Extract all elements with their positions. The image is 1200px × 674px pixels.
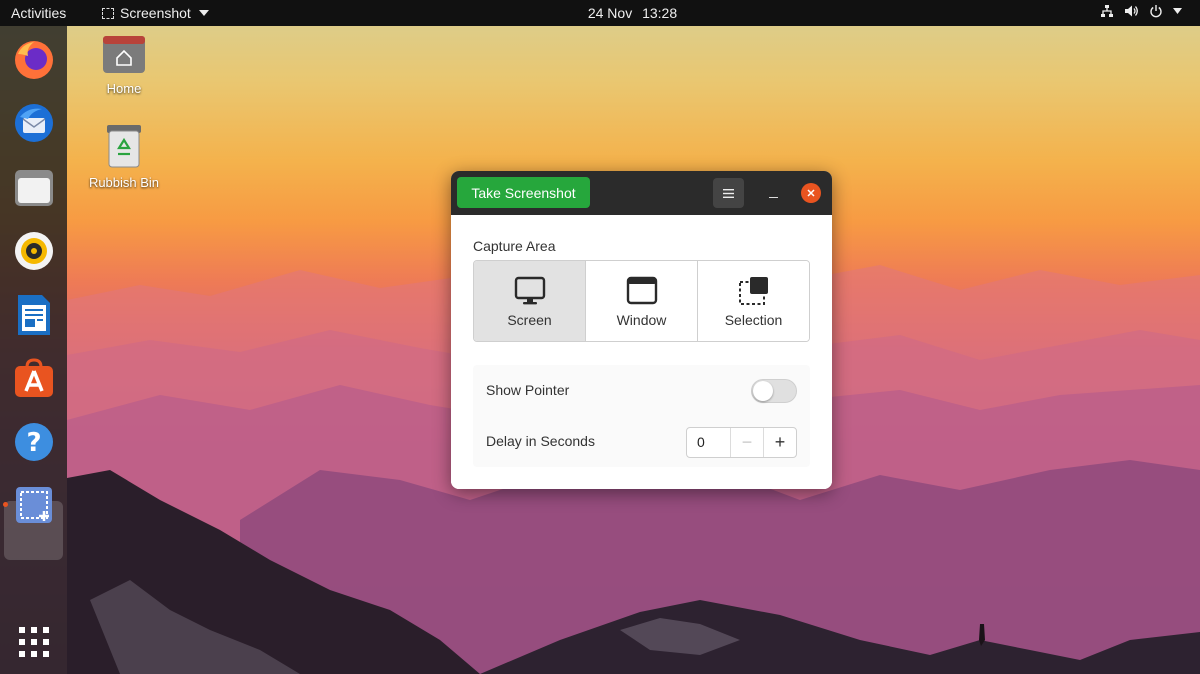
show-pointer-toggle[interactable] (751, 379, 797, 403)
dock-item-rhythmbox[interactable] (10, 227, 57, 274)
clock-date: 24 Nov (587, 5, 633, 21)
show-pointer-label: Show Pointer (486, 382, 570, 398)
capture-option-label: Window (616, 312, 667, 328)
help-icon: ? (14, 422, 53, 461)
software-icon (14, 357, 53, 397)
desktop-icon-home[interactable]: Home (74, 34, 174, 96)
screenshot-icon (15, 486, 52, 523)
dock-item-screenshot[interactable] (10, 481, 57, 528)
dock-item-files[interactable] (10, 163, 57, 210)
clock[interactable]: 24 Nov 13:28 (0, 5, 1200, 21)
capture-option-label: Selection (724, 312, 783, 328)
desktop-icon-label: Rubbish Bin (88, 175, 160, 190)
screenshot-window: Take Screenshot Capture Area Screen Wind… (451, 171, 832, 489)
toggle-knob (753, 381, 773, 401)
window-icon (626, 276, 657, 305)
show-apps-icon (18, 626, 49, 657)
top-bar: Activities Screenshot 24 Nov 13:28 (0, 0, 1200, 26)
capture-area-selector: Screen Window Selection (473, 260, 810, 342)
delay-label: Delay in Seconds (486, 433, 595, 449)
increase-delay-button[interactable]: + (763, 428, 796, 457)
selection-icon (738, 277, 768, 305)
capture-option-window[interactable]: Window (586, 261, 698, 341)
window-content: Capture Area Screen Window Selection Sho… (451, 215, 832, 489)
show-pointer-row: Show Pointer (473, 365, 810, 415)
monitor-icon (514, 276, 545, 305)
home-folder-icon (103, 36, 145, 73)
dock-item-thunderbird[interactable] (10, 99, 57, 146)
dock-item-software[interactable] (10, 354, 57, 401)
files-icon (14, 169, 53, 206)
capture-option-selection[interactable]: Selection (698, 261, 809, 341)
network-icon (1101, 5, 1113, 17)
options-panel: Show Pointer Delay in Seconds 0 − + (473, 365, 810, 467)
dock-item-writer[interactable] (10, 291, 57, 338)
delay-value-input[interactable]: 0 (687, 428, 730, 457)
minimize-icon (768, 196, 778, 198)
dock-item-firefox[interactable] (10, 36, 57, 83)
dock-item-help[interactable]: ? (10, 418, 57, 465)
clock-time: 13:28 (642, 5, 678, 21)
capture-area-label: Capture Area (473, 238, 556, 254)
firefox-icon (14, 40, 53, 79)
thunderbird-icon (14, 103, 53, 142)
close-icon (807, 189, 815, 197)
menu-button[interactable] (713, 178, 744, 208)
decrease-delay-button[interactable]: − (729, 428, 763, 457)
window-headerbar[interactable]: Take Screenshot (451, 171, 832, 215)
delay-row: Delay in Seconds 0 − + (473, 416, 810, 466)
desktop-icon-label: Home (106, 81, 142, 96)
svg-text:?: ? (26, 428, 41, 458)
system-tray[interactable] (1100, 4, 1182, 18)
dock-show-apps[interactable] (10, 618, 57, 665)
chevron-down-icon (1173, 8, 1182, 14)
volume-icon (1125, 5, 1138, 17)
delay-spinbutton[interactable]: 0 − + (686, 427, 797, 458)
capture-option-screen[interactable]: Screen (474, 261, 586, 341)
close-button[interactable] (801, 183, 821, 203)
hamburger-menu-icon (723, 188, 734, 198)
trash-icon (107, 125, 141, 168)
rhythmbox-icon (14, 231, 53, 270)
capture-option-label: Screen (507, 312, 552, 328)
desktop-icon-rubbish-bin[interactable]: Rubbish Bin (74, 124, 174, 190)
minimize-button[interactable] (763, 181, 783, 203)
power-icon (1150, 5, 1162, 18)
writer-icon (17, 294, 50, 335)
running-indicator (3, 502, 8, 507)
take-screenshot-button[interactable]: Take Screenshot (457, 177, 590, 208)
